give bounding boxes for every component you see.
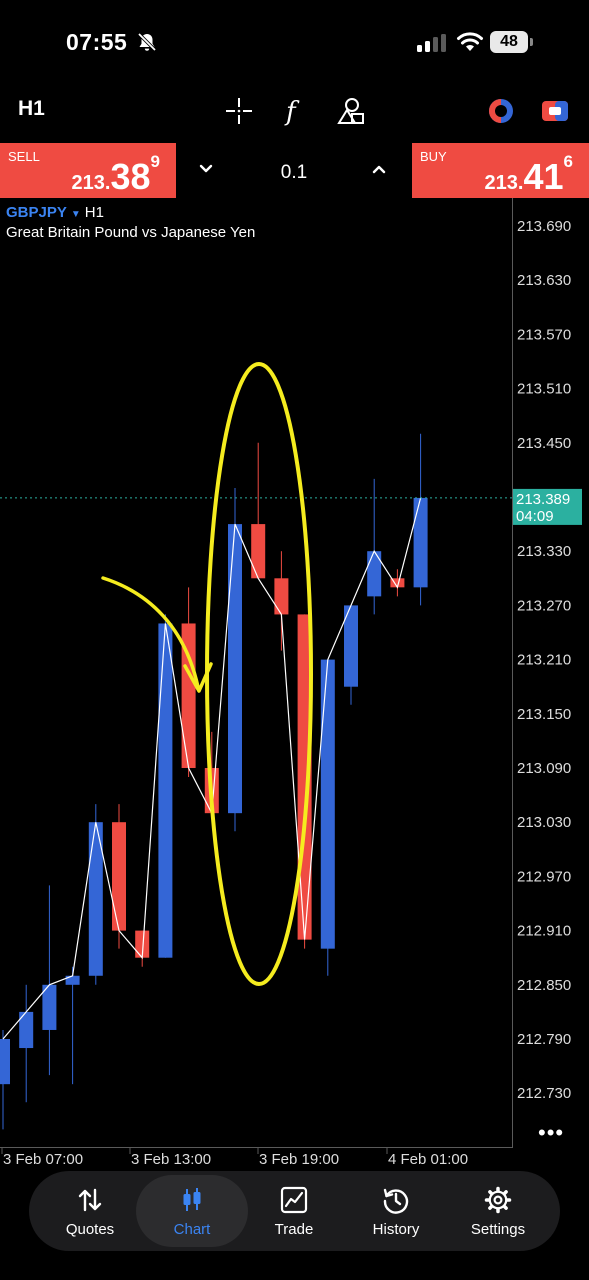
price-axis-label: 213.090 bbox=[517, 760, 571, 777]
sell-label: SELL bbox=[8, 149, 40, 164]
buy-label: BUY bbox=[420, 149, 447, 164]
sell-price: 213.389 bbox=[71, 152, 160, 198]
bar-countdown: 04:09 bbox=[516, 508, 554, 525]
current-price-tag: 213.389 04:09 bbox=[513, 488, 582, 525]
time-axis: 3 Feb 07:00 3 Feb 13:00 3 Feb 19:00 4 Feb 0… bbox=[1, 1148, 468, 1168]
nav-quotes[interactable]: Quotes bbox=[37, 1171, 143, 1251]
lot-control: 0.1 bbox=[176, 143, 412, 198]
settings-icon bbox=[484, 1186, 512, 1214]
nav-history[interactable]: History bbox=[343, 1171, 449, 1251]
price-axis-label: 212.790 bbox=[517, 1031, 571, 1048]
chart-symbol-description: Great Britain Pound vs Japanese Yen bbox=[6, 224, 256, 241]
chart-icon bbox=[183, 1188, 201, 1211]
price-axis: 213.690 213.630 213.570 213.510 213.450 213.3… bbox=[517, 218, 571, 1102]
sell-price-pip: 9 bbox=[150, 152, 160, 171]
sell-price-main: 38 bbox=[110, 156, 151, 197]
candle-body bbox=[112, 822, 126, 931]
nav-history-label: History bbox=[372, 1221, 420, 1238]
sell-price-prefix: 213. bbox=[71, 172, 111, 194]
price-chart[interactable]: 213.690 213.630 213.570 213.510 213.450 213.3… bbox=[0, 198, 589, 1170]
nav-chart-label: Chart bbox=[173, 1221, 211, 1238]
candle-body bbox=[320, 659, 335, 949]
quotes-icon bbox=[78, 1188, 102, 1212]
time-axis-label: 3 Feb 07:00 bbox=[3, 1151, 83, 1168]
bell-muted-icon bbox=[137, 32, 157, 52]
buy-price-pip: 6 bbox=[563, 152, 573, 171]
price-axis-label: 213.570 bbox=[517, 326, 571, 343]
svg-text:f: f bbox=[284, 97, 300, 126]
candle-body bbox=[158, 623, 173, 958]
nav-settings-label: Settings bbox=[470, 1221, 526, 1238]
chart-symbol[interactable]: GBPJPY bbox=[6, 204, 67, 221]
wifi-icon bbox=[457, 32, 483, 51]
price-axis-label: 212.910 bbox=[517, 923, 571, 940]
price-axis-label: 213.630 bbox=[517, 272, 571, 289]
buy-price: 213.416 bbox=[484, 152, 573, 198]
nav-quotes-label: Quotes bbox=[65, 1221, 115, 1238]
buy-price-main: 41 bbox=[523, 156, 564, 197]
price-axis-label: 213.330 bbox=[517, 543, 571, 560]
price-axis-label: 212.730 bbox=[517, 1085, 571, 1102]
nav-settings[interactable]: Settings bbox=[445, 1171, 551, 1251]
crosshair-icon[interactable] bbox=[224, 96, 254, 126]
nav-trade[interactable]: Trade bbox=[241, 1171, 347, 1251]
chevron-up-icon[interactable] bbox=[369, 159, 389, 179]
candle-body bbox=[228, 524, 242, 814]
symbol-dropdown-icon[interactable]: ▼ bbox=[71, 209, 81, 220]
price-axis-label: 213.030 bbox=[517, 814, 571, 831]
nav-trade-label: Trade bbox=[274, 1221, 314, 1238]
candle-body bbox=[274, 578, 289, 615]
price-axis-label: 212.850 bbox=[517, 977, 571, 994]
trade-icon bbox=[280, 1186, 308, 1214]
price-axis-label: 212.970 bbox=[517, 868, 571, 885]
signal-icon bbox=[417, 34, 446, 52]
buy-price-prefix: 213. bbox=[484, 172, 524, 194]
candle-body bbox=[0, 1039, 10, 1085]
price-axis-label: 213.210 bbox=[517, 652, 571, 669]
trade-panel-icon[interactable] bbox=[540, 96, 570, 126]
time-axis-label: 3 Feb 19:00 bbox=[259, 1151, 339, 1168]
candle-body bbox=[251, 524, 266, 579]
price-axis-label: 213.450 bbox=[517, 435, 571, 452]
status-time: 07:55 bbox=[66, 29, 128, 55]
candle-body bbox=[413, 497, 428, 588]
time-axis-label: 4 Feb 01:00 bbox=[388, 1151, 468, 1168]
price-axis-label: 213.690 bbox=[517, 218, 571, 235]
objects-icon[interactable] bbox=[336, 96, 366, 126]
one-click-trading-icon[interactable] bbox=[486, 96, 516, 126]
buy-button[interactable]: BUY 213.416 bbox=[412, 143, 589, 198]
price-axis-label: 213.150 bbox=[517, 706, 571, 723]
price-axis-label: 213.270 bbox=[517, 597, 571, 614]
chart-symbol-line: GBPJPY ▼ H1 bbox=[6, 204, 104, 221]
time-axis-label: 3 Feb 13:00 bbox=[131, 1151, 211, 1168]
indicators-icon[interactable]: f bbox=[280, 96, 310, 126]
sell-button[interactable]: SELL 213.389 bbox=[0, 143, 176, 198]
nav-chart[interactable]: Chart bbox=[139, 1171, 245, 1251]
more-options-icon[interactable]: ••• bbox=[538, 1120, 564, 1146]
battery-nub bbox=[530, 38, 533, 46]
timeframe-selector[interactable]: H1 bbox=[18, 97, 45, 121]
chart-timeframe: H1 bbox=[84, 204, 104, 221]
bottom-nav: Quotes Chart Trade History Settings bbox=[29, 1171, 560, 1251]
current-price-value: 213.389 bbox=[516, 491, 570, 508]
price-axis-label: 213.510 bbox=[517, 381, 571, 398]
candle-body bbox=[42, 984, 57, 1030]
battery-icon: 48 bbox=[490, 31, 528, 53]
history-icon bbox=[383, 1188, 409, 1214]
